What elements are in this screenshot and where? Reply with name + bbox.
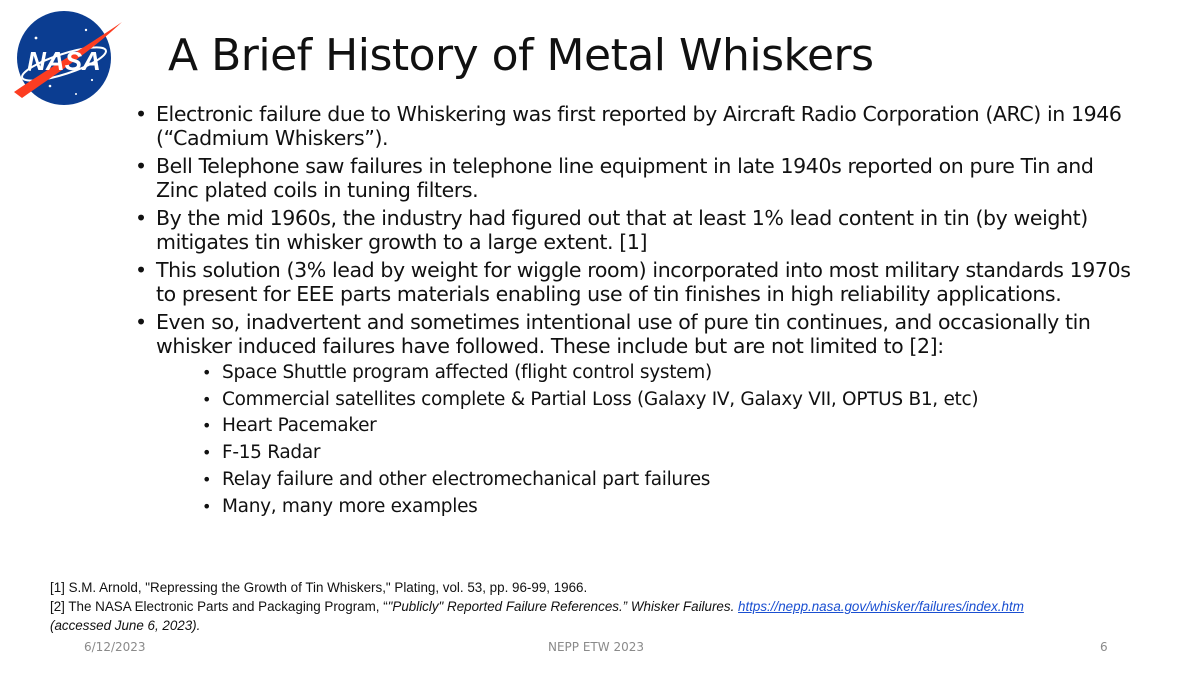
bullet-item: Bell Telephone saw failures in telephone… [135,154,1135,202]
reference-2-prefix: [2] The NASA Electronic Parts and Packag… [50,599,388,614]
nasa-logo: NASA [6,8,124,108]
bullet-item: Electronic failure due to Whiskering was… [135,102,1135,150]
main-bullet-list: Electronic failure due to Whiskering was… [135,102,1135,524]
references: [1] S.M. Arnold, "Repressing the Growth … [50,578,1170,635]
reference-1: [1] S.M. Arnold, "Repressing the Growth … [50,580,588,595]
sub-bullet-item: F-15 Radar [202,440,1135,467]
slide-number: 6 [1100,640,1108,654]
sub-bullet-item: Commercial satellites complete & Partial… [202,387,1135,414]
bullet-item: By the mid 1960s, the industry had figur… [135,206,1135,254]
bullet-item-with-sublist: Even so, inadvertent and sometimes inten… [135,310,1135,520]
sub-bullet-item: Heart Pacemaker [202,413,1135,440]
bullet-text: Even so, inadvertent and sometimes inten… [156,310,1091,358]
footer-date: 6/12/2023 [84,640,146,654]
sub-bullet-list: Space Shuttle program affected (flight c… [156,360,1135,520]
reference-2-title: "Publicly" Reported Failure References.”… [387,599,735,614]
sub-bullet-item: Relay failure and other electromechanica… [202,467,1135,494]
sub-bullet-item: Space Shuttle program affected (flight c… [202,360,1135,387]
slide-title: A Brief History of Metal Whiskers [168,30,874,81]
sub-bullet-item: Many, many more examples [202,494,1135,521]
reference-2-link[interactable]: https://nepp.nasa.gov/whisker/failures/i… [738,599,1024,614]
footer-event: NEPP ETW 2023 [548,640,644,654]
bullet-item: This solution (3% lead by weight for wig… [135,258,1135,306]
reference-2: [2] The NASA Electronic Parts and Packag… [50,597,1170,616]
svg-text:NASA: NASA [27,46,101,76]
reference-2-access-date: (accessed June 6, 2023). [50,618,201,633]
